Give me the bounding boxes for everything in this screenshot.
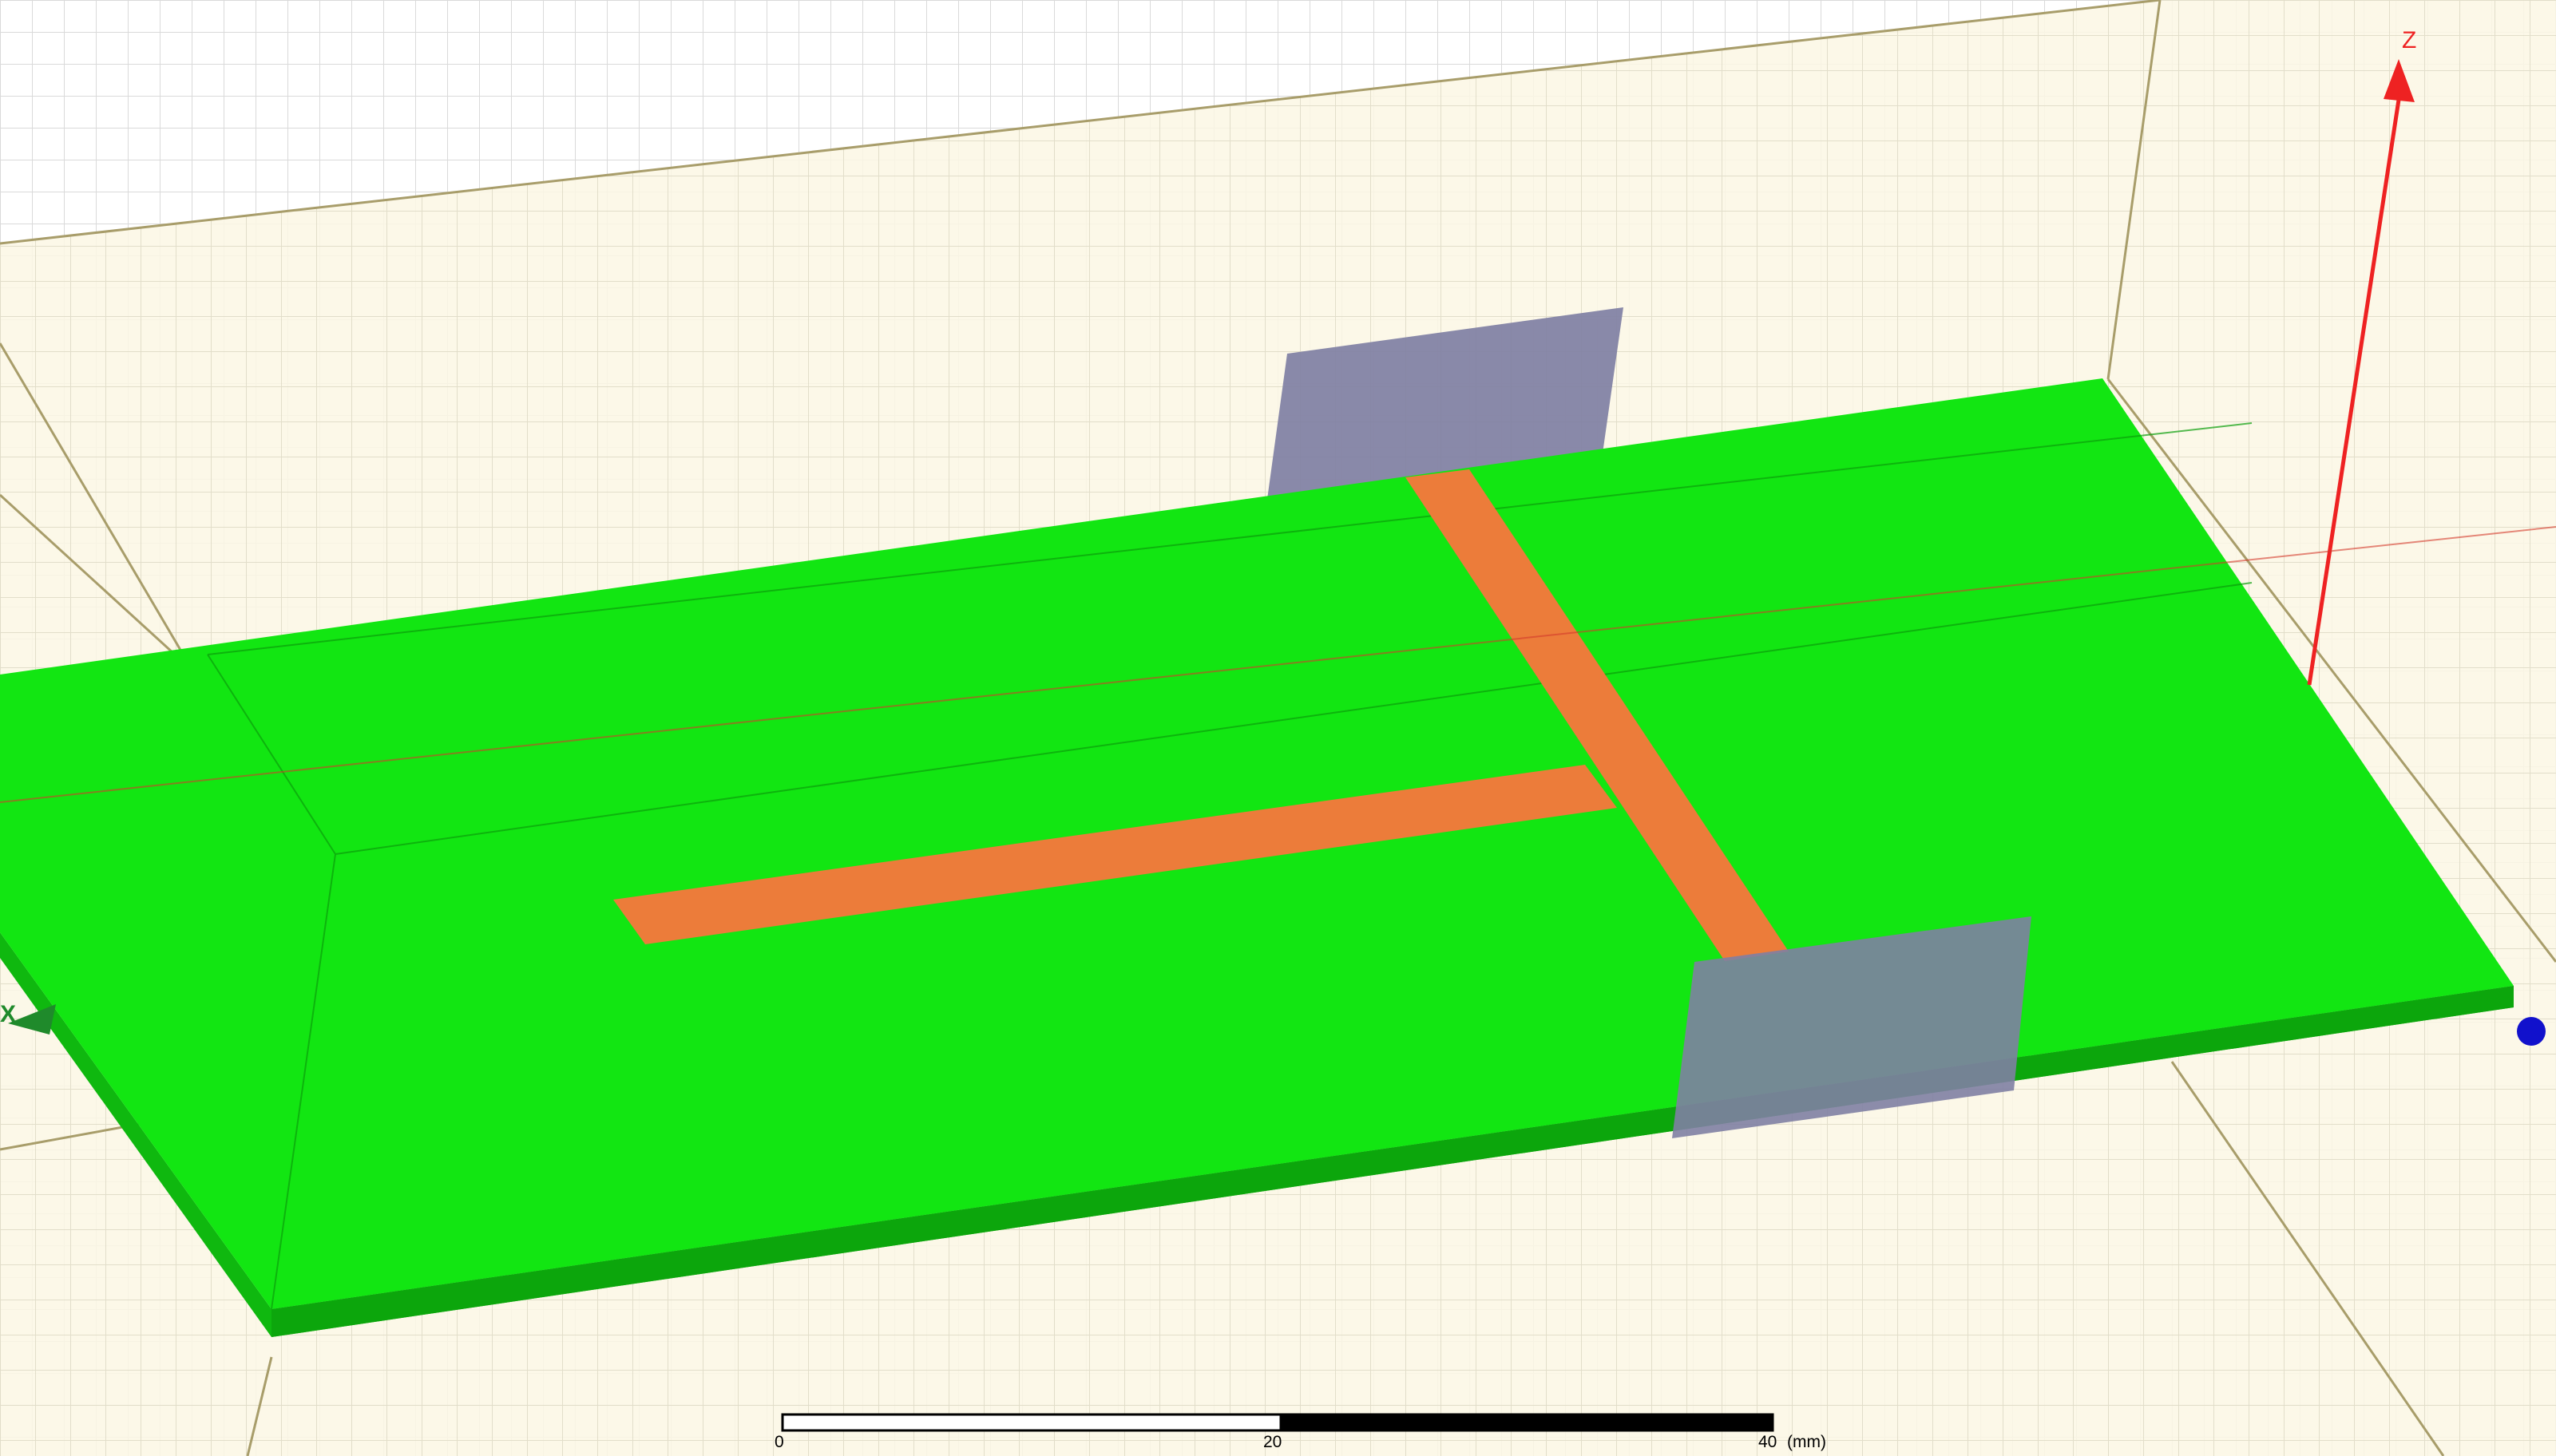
model-scene[interactable] [0,0,2556,1456]
x-axis-label: X [0,1001,17,1027]
scale-tick-20: 20 [1263,1433,1282,1451]
z-axis-label: Z [2402,27,2417,53]
scale-unit: (mm) [1787,1433,1826,1451]
y-axis-arrow-icon [2517,1017,2546,1046]
scale-tick-40: 40 [1758,1433,1777,1451]
scale-tick-0: 0 [775,1433,784,1451]
3d-modeler-viewport[interactable]: Z X 0 20 40 (mm) [0,0,2556,1456]
scale-bar [781,1413,1774,1432]
